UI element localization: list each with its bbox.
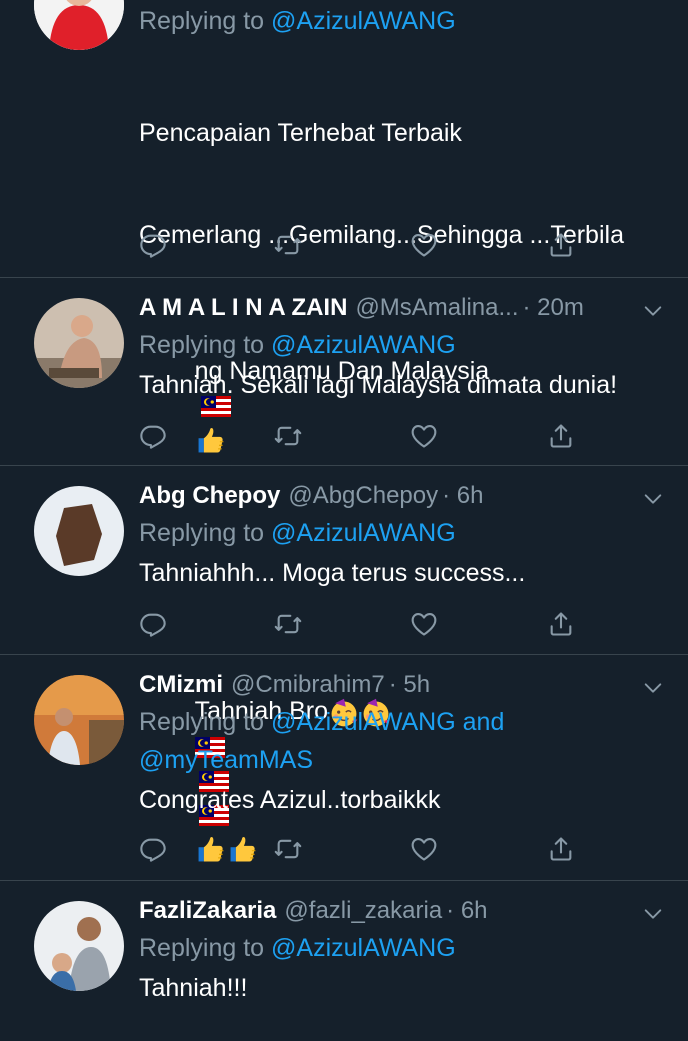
timestamp[interactable]: · 6h [442,482,483,510]
replying-to: Replying to @AzizulAWANG and @myTeamMAS [139,703,668,779]
replying-to: Replying to @AzizulAWANG [139,2,668,40]
reply-icon [139,422,167,450]
reply-prefix: Replying to [139,934,265,962]
timestamp[interactable]: · 6h [446,897,487,925]
like-icon [410,835,438,863]
like-button[interactable] [410,835,440,865]
reply-prefix: Replying to [139,519,265,547]
reply-icon [139,231,167,259]
reply-prefix: Replying to [139,7,265,35]
tweet-1[interactable]: Replying to @AzizulAWANG Pencapaian Terh… [0,0,688,278]
mention-link[interactable]: @AzizulAWANG [271,934,456,962]
author-name[interactable]: Abg Chepoy [139,482,280,510]
share-button[interactable] [547,231,577,261]
avatar[interactable] [34,901,124,991]
reply-icon [139,610,167,638]
mention-link[interactable]: @AzizulAWANG and [271,708,504,736]
reply-icon [139,835,167,863]
reply-button[interactable] [139,422,169,452]
author-name[interactable]: CMizmi [139,671,223,699]
replying-to: Replying to @AzizulAWANG [139,514,668,552]
reply-prefix: Replying to [139,708,265,736]
retweet-button[interactable] [274,231,304,261]
tweet-actions [139,835,579,865]
mention-link[interactable]: @AzizulAWANG [271,519,456,547]
chevron-down-icon[interactable] [642,903,664,925]
like-icon [410,231,438,259]
retweet-button[interactable] [274,835,304,865]
tweet-text-line: Pencapaian Terhebat Terbaik [139,119,462,147]
share-button[interactable] [547,835,577,865]
tweet-actions [139,231,579,261]
tweet-header: Abg Chepoy @AbgChepoy · 6h [139,482,668,514]
share-icon [547,422,575,450]
retweet-icon [274,422,302,450]
mention-link[interactable]: @AzizulAWANG [271,7,456,35]
share-button[interactable] [547,610,577,640]
mention-link[interactable]: @myTeamMAS [139,746,313,774]
timestamp[interactable]: · 5h [389,671,430,699]
tweet-5[interactable]: FazliZakaria @fazli_zakaria · 6h Replyin… [0,881,688,1041]
share-icon [547,610,575,638]
avatar[interactable] [34,675,124,765]
share-icon [547,231,575,259]
tweet-text: Tahniah!!! [139,974,248,1002]
author-name[interactable]: FazliZakaria [139,897,276,925]
replying-to: Replying to @AzizulAWANG [139,326,668,364]
tweet-actions [139,422,579,452]
tweet-2[interactable]: A M A L I N A ZAIN @MsAmalina... · 20m R… [0,278,688,466]
author-name[interactable]: A M A L I N A ZAIN [139,294,347,322]
reply-button[interactable] [139,835,169,865]
author-handle[interactable]: @AbgChepoy [288,482,438,510]
share-button[interactable] [547,422,577,452]
tweet-3[interactable]: Abg Chepoy @AbgChepoy · 6h Replying to @… [0,466,688,655]
mention-link[interactable]: @AzizulAWANG [271,331,456,359]
retweet-button[interactable] [274,610,304,640]
tweet-actions [139,610,579,640]
timestamp[interactable]: · 20m [523,294,584,322]
avatar[interactable] [34,298,124,388]
tweet-header: FazliZakaria @fazli_zakaria · 6h [139,897,668,929]
like-button[interactable] [410,231,440,261]
author-handle[interactable]: @Cmibrahim7 [231,671,385,699]
share-icon [547,835,575,863]
author-handle[interactable]: @fazli_zakaria [284,897,442,925]
tweet-header: A M A L I N A ZAIN @MsAmalina... · 20m [139,294,668,326]
tweet-4[interactable]: CMizmi @Cmibrahim7 · 5h Replying to @Azi… [0,655,688,881]
tweet-header: CMizmi @Cmibrahim7 · 5h [139,671,668,703]
avatar[interactable] [34,0,124,50]
reply-button[interactable] [139,231,169,261]
reply-button[interactable] [139,610,169,640]
like-icon [410,610,438,638]
reply-prefix: Replying to [139,331,265,359]
retweet-icon [274,835,302,863]
retweet-icon [274,610,302,638]
avatar[interactable] [34,486,124,576]
retweet-icon [274,231,302,259]
tweet-text: Tahniahhh... Moga terus success... [139,559,526,587]
like-icon [410,422,438,450]
tweet-text: Tahniah. Sekali lagi Malaysia dimata dun… [139,371,618,399]
chevron-down-icon[interactable] [642,677,664,699]
chevron-down-icon[interactable] [642,488,664,510]
chevron-down-icon[interactable] [642,300,664,322]
like-button[interactable] [410,610,440,640]
like-button[interactable] [410,422,440,452]
retweet-button[interactable] [274,422,304,452]
author-handle[interactable]: @MsAmalina... [355,294,518,322]
replying-to: Replying to @AzizulAWANG [139,929,668,967]
tweet-text: Congrates Azizul..torbaikkk [139,786,441,814]
